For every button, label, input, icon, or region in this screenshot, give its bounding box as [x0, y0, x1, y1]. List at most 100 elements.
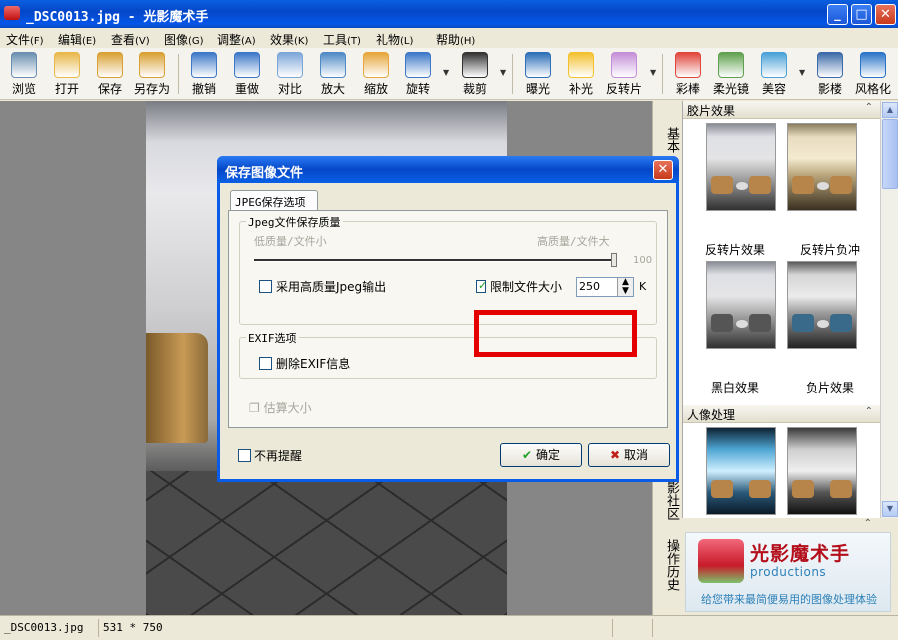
crop-button[interactable]: 裁剪	[455, 50, 495, 98]
eye-icon	[11, 52, 37, 78]
rotate-button[interactable]: 旋转	[398, 50, 438, 98]
floppy-saveas-icon	[139, 52, 165, 78]
promo-bar: ⌃	[682, 518, 898, 532]
remove-exif-label: 删除EXIF信息	[276, 357, 351, 371]
exif-group-title: EXIF选项	[246, 330, 299, 346]
promo-banner[interactable]: 光影魔术手 productions 给您带来最简便易用的图像处理体验	[685, 532, 891, 612]
magic-wand-icon	[675, 52, 701, 78]
dialog-title-bar: 保存图像文件 ✕	[217, 156, 679, 183]
limit-size-label: 限制文件大小	[490, 280, 563, 294]
film-icon	[611, 52, 637, 78]
status-dimensions: 531 * 750	[98, 619, 167, 637]
cancel-button[interactable]: ✖ 取消	[588, 443, 670, 467]
beauty-button[interactable]: 美容	[754, 50, 794, 98]
dont-remind-checkbox[interactable]	[238, 449, 251, 462]
film-dropdown-icon[interactable]: ▼	[650, 68, 656, 77]
tab-jpeg-options[interactable]: JPEG保存选项	[230, 190, 318, 211]
resize-button[interactable]: 缩放	[356, 50, 396, 98]
zoom-in-button[interactable]: 放大	[313, 50, 353, 98]
slider-thumb[interactable]	[611, 253, 617, 267]
thumb-label: 反转片效果	[704, 243, 765, 257]
thumb-black-white[interactable]	[706, 261, 776, 349]
minimize-button[interactable]: _	[827, 4, 848, 25]
slider-track	[254, 259, 616, 262]
portrait-header[interactable]: 人像处理 ⌃	[683, 405, 881, 423]
thumb-portrait-2[interactable]	[787, 427, 857, 515]
crop-dropdown-icon[interactable]: ▼	[500, 68, 506, 77]
zoom-in-icon	[320, 52, 346, 78]
fill-light-button[interactable]: 补光	[561, 50, 601, 98]
ok-button[interactable]: ✔ 确定	[500, 443, 582, 467]
highlight-box	[474, 310, 637, 357]
promo-name: 光影魔术手	[750, 543, 851, 565]
redo-icon	[234, 52, 260, 78]
high-quality-label: 采用高质量Jpeg输出	[276, 280, 387, 294]
menu-view[interactable]: 查看(V)	[111, 31, 150, 48]
thumb-reversal-film[interactable]	[706, 123, 776, 211]
open-button[interactable]: 打开	[47, 50, 87, 98]
scroll-up-icon[interactable]: ▲	[882, 102, 898, 118]
undo-button[interactable]: 撤销	[184, 50, 224, 98]
thumb-negative[interactable]	[787, 261, 857, 349]
bulb-icon	[568, 52, 594, 78]
limit-size-input[interactable]: 250 ▲ ▼	[576, 277, 634, 297]
compare-icon	[277, 52, 303, 78]
menu-adjust[interactable]: 调整(A)	[217, 31, 256, 48]
scroll-thumb[interactable]	[882, 119, 898, 189]
menu-help[interactable]: 帮助(H)	[436, 31, 475, 48]
thumb-portrait-1[interactable]	[706, 427, 776, 515]
dont-remind-label: 不再提醒	[254, 449, 303, 463]
browse-button[interactable]: 浏览	[4, 50, 44, 98]
scroll-down-icon[interactable]: ▼	[882, 501, 898, 517]
exposure-button[interactable]: 曝光	[518, 50, 558, 98]
rotate-dropdown-icon[interactable]: ▼	[443, 68, 449, 77]
x-icon: ✖	[609, 448, 621, 462]
resize-icon	[363, 52, 389, 78]
menu-gifts[interactable]: 礼物(L)	[376, 31, 413, 48]
save-button[interactable]: 保存	[90, 50, 130, 98]
tab-basic[interactable]: 基本	[657, 127, 679, 153]
film-effects-header[interactable]: 胶片效果 ⌃	[683, 101, 881, 119]
status-bar: _DSC0013.jpg 531 * 750	[0, 615, 898, 640]
estimate-size-button[interactable]: ❐ 估算大小	[249, 399, 312, 416]
menu-edit[interactable]: 编辑(E)	[58, 31, 96, 48]
quality-slider[interactable]	[249, 243, 629, 273]
reversal-film-button[interactable]: 反转片	[604, 50, 644, 98]
high-quality-checkbox[interactable]	[259, 280, 272, 293]
exposure-icon	[525, 52, 551, 78]
estimate-icon: ❐	[249, 401, 264, 415]
spinner-icon[interactable]: ▲ ▼	[617, 278, 633, 296]
portrait-icon	[817, 52, 843, 78]
folder-icon	[54, 52, 80, 78]
menu-tools[interactable]: 工具(T)	[323, 31, 361, 48]
dialog-close-button[interactable]: ✕	[653, 160, 673, 180]
studio-button[interactable]: 影楼	[810, 50, 850, 98]
beauty-dropdown-icon[interactable]: ▼	[799, 68, 805, 77]
thumb-reversal-cross[interactable]	[787, 123, 857, 211]
thumb-label: 负片效果	[805, 381, 854, 395]
app-logo	[698, 539, 744, 583]
rotate-icon	[405, 52, 431, 78]
tab-community[interactable]: 影社区	[657, 481, 679, 520]
panel-scrollbar[interactable]: ▲ ▼	[880, 101, 898, 518]
soft-focus-button[interactable]: 柔光镜	[711, 50, 751, 98]
tab-history[interactable]: 操作历史	[657, 539, 679, 591]
maximize-button[interactable]: □	[851, 4, 872, 25]
collapse-icon[interactable]: ⌃	[865, 406, 873, 417]
compare-button[interactable]: 对比	[270, 50, 310, 98]
save-as-button[interactable]: 另存为	[132, 50, 172, 98]
floppy-icon	[97, 52, 123, 78]
menu-file[interactable]: 文件(F)	[6, 31, 44, 48]
menu-image[interactable]: 图像(G)	[164, 31, 204, 48]
collapse-icon[interactable]: ⌃	[864, 518, 872, 529]
effects-panel: 胶片效果 ⌃ 反转片效果 反转片负冲 黑白效果 负片效果 人像处理 ⌃	[682, 101, 881, 518]
color-bar-button[interactable]: 彩棒	[668, 50, 708, 98]
close-button[interactable]: ✕	[875, 4, 896, 25]
remove-exif-checkbox[interactable]	[259, 357, 272, 370]
limit-size-checkbox[interactable]	[476, 279, 487, 293]
collapse-icon[interactable]: ⌃	[865, 102, 873, 113]
menu-effects[interactable]: 效果(K)	[270, 31, 308, 48]
window-title: _DSC0013.jpg - 光影魔术手	[26, 10, 209, 25]
stylize-button[interactable]: 风格化	[853, 50, 893, 98]
redo-button[interactable]: 重做	[227, 50, 267, 98]
